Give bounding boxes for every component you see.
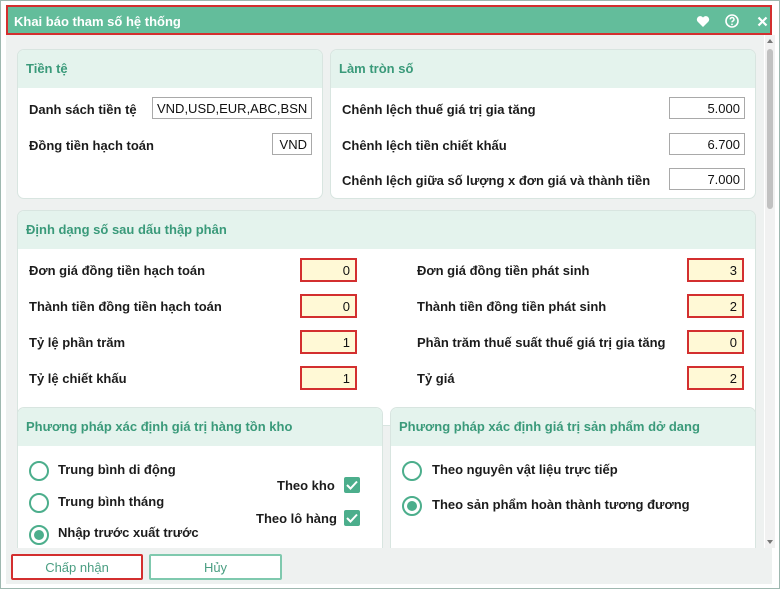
dialog-titlebar: Khai báo tham số hệ thống — [6, 5, 772, 35]
inventory-option-radio[interactable] — [29, 493, 49, 513]
by-warehouse-checkbox[interactable] — [344, 477, 360, 493]
wip-method-panel: Phương pháp xác định giá trị sản phẩm dở… — [390, 407, 756, 548]
decimal-right-field[interactable] — [687, 330, 744, 354]
wip-option-radio[interactable] — [402, 461, 422, 481]
decimal-left-label: Đơn giá đồng tiền hạch toán — [29, 263, 206, 278]
wip-method-panel-title: Phương pháp xác định giá trị sản phẩm dở… — [391, 408, 755, 446]
currency-list-label: Danh sách tiền tệ — [29, 102, 137, 117]
scroll-down-arrow-icon[interactable] — [767, 540, 773, 544]
decimal-right-label: Đơn giá đồng tiền phát sinh — [417, 263, 590, 278]
decimal-right-label: Thành tiền đồng tiền phát sinh — [417, 299, 607, 314]
currency-panel-title: Tiền tệ — [18, 50, 322, 88]
decimal-right-field[interactable] — [687, 258, 744, 282]
inventory-option-label: Trung bình tháng — [58, 494, 165, 509]
rounding-panel-title: Làm tròn số — [331, 50, 755, 88]
vat-difference-label: Chênh lệch thuế giá trị gia tăng — [342, 102, 536, 117]
decimal-format-panel-title: Định dạng số sau dấu thập phân — [18, 211, 755, 249]
by-lot-checkbox[interactable] — [344, 510, 360, 526]
decimal-left-field[interactable] — [300, 366, 357, 390]
close-icon[interactable] — [753, 12, 771, 30]
discount-difference-label: Chênh lệch tiền chiết khấu — [342, 138, 507, 153]
accounting-currency-field[interactable] — [272, 133, 312, 155]
vat-difference-field[interactable] — [669, 97, 745, 119]
decimal-right-label: Tỷ giá — [417, 371, 455, 386]
dialog-footer: Chấp nhận Hủy — [6, 548, 772, 584]
decimal-right-field[interactable] — [687, 366, 744, 390]
by-warehouse-label: Theo kho — [277, 478, 335, 493]
vertical-scrollbar[interactable] — [765, 35, 775, 548]
inventory-method-panel-title: Phương pháp xác định giá trị hàng tồn kh… — [18, 408, 382, 446]
by-lot-label: Theo lô hàng — [256, 511, 337, 526]
quantity-difference-label: Chênh lệch giữa số lượng x đơn giá và th… — [342, 173, 651, 188]
decimal-format-panel: Định dạng số sau dấu thập phân Đơn giá đ… — [17, 210, 756, 426]
decimal-left-field[interactable] — [300, 330, 357, 354]
inventory-option-label: Nhập trước xuất trước — [58, 525, 199, 540]
inventory-method-panel: Phương pháp xác định giá trị hàng tồn kh… — [17, 407, 383, 548]
decimal-right-label: Phần trăm thuế suất thuế giá trị gia tăn… — [417, 335, 666, 350]
help-icon[interactable] — [723, 12, 741, 30]
wip-option-label: Theo sản phẩm hoàn thành tương đương — [432, 497, 690, 512]
check-icon — [346, 513, 358, 523]
decimal-left-label: Tỷ lệ chiết khấu — [29, 371, 127, 386]
decimal-left-label: Tỷ lệ phần trăm — [29, 335, 126, 350]
currency-list-field[interactable] — [152, 97, 312, 119]
quantity-difference-field[interactable] — [669, 168, 745, 190]
wip-option-radio[interactable] — [402, 496, 422, 516]
cancel-button[interactable]: Hủy — [149, 554, 282, 580]
decimal-right-field[interactable] — [687, 294, 744, 318]
decimal-left-field[interactable] — [300, 258, 357, 282]
inventory-option-radio[interactable] — [29, 461, 49, 481]
discount-difference-field[interactable] — [669, 133, 745, 155]
dialog-title: Khai báo tham số hệ thống — [14, 14, 181, 29]
inventory-option-label: Trung bình di động — [58, 462, 176, 477]
rounding-panel: Làm tròn số Chênh lệch thuế giá trị gia … — [330, 49, 756, 199]
dialog-content: Tiền tệ Danh sách tiền tệ Đồng tiền hạch… — [6, 35, 764, 548]
inventory-option-radio[interactable] — [29, 525, 49, 545]
scrollbar-thumb[interactable] — [767, 49, 773, 209]
currency-panel: Tiền tệ Danh sách tiền tệ Đồng tiền hạch… — [17, 49, 323, 199]
heart-icon[interactable] — [694, 12, 712, 30]
accept-button[interactable]: Chấp nhận — [11, 554, 143, 580]
check-icon — [346, 480, 358, 490]
accounting-currency-label: Đồng tiền hạch toán — [29, 138, 154, 153]
decimal-left-field[interactable] — [300, 294, 357, 318]
wip-option-label: Theo nguyên vật liệu trực tiếp — [432, 462, 618, 477]
settings-dialog: Khai báo tham số hệ thống Tiền tệ Danh s… — [0, 0, 780, 589]
scroll-up-arrow-icon[interactable] — [767, 39, 773, 43]
decimal-left-label: Thành tiền đồng tiền hạch toán — [29, 299, 222, 314]
